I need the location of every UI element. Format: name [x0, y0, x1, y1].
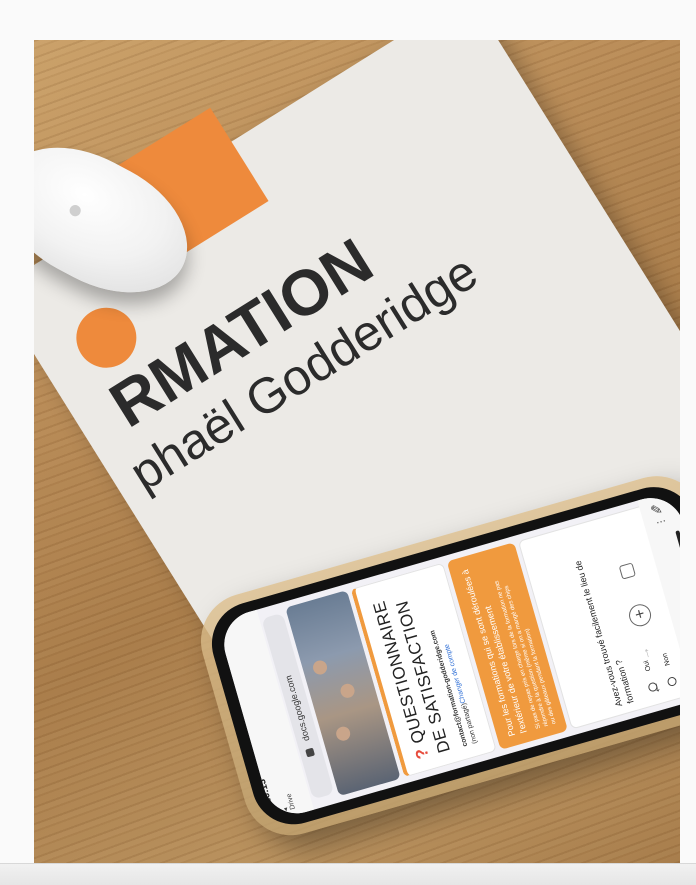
lock-icon	[305, 747, 316, 758]
title-question-mark: ?	[411, 745, 433, 762]
more-icon[interactable]: ⋯	[655, 516, 668, 529]
option-no-label: Non	[661, 652, 672, 667]
apple-logo-icon: ●	[56, 195, 91, 224]
bottom-strip	[0, 863, 696, 885]
back-to-drive-link[interactable]: ◂ Drive	[278, 793, 297, 813]
desk-photo: RMATION phaël Godderidge ● 16:13 ◂ Drive…	[34, 40, 680, 864]
option-yes-label: Oui	[642, 659, 653, 672]
question-text-1: Avez-vous trouvé facilement le lieu de	[572, 559, 625, 708]
photo-frame: RMATION phaël Godderidge ● 16:13 ◂ Drive…	[0, 0, 696, 885]
radio-no[interactable]	[666, 675, 678, 688]
